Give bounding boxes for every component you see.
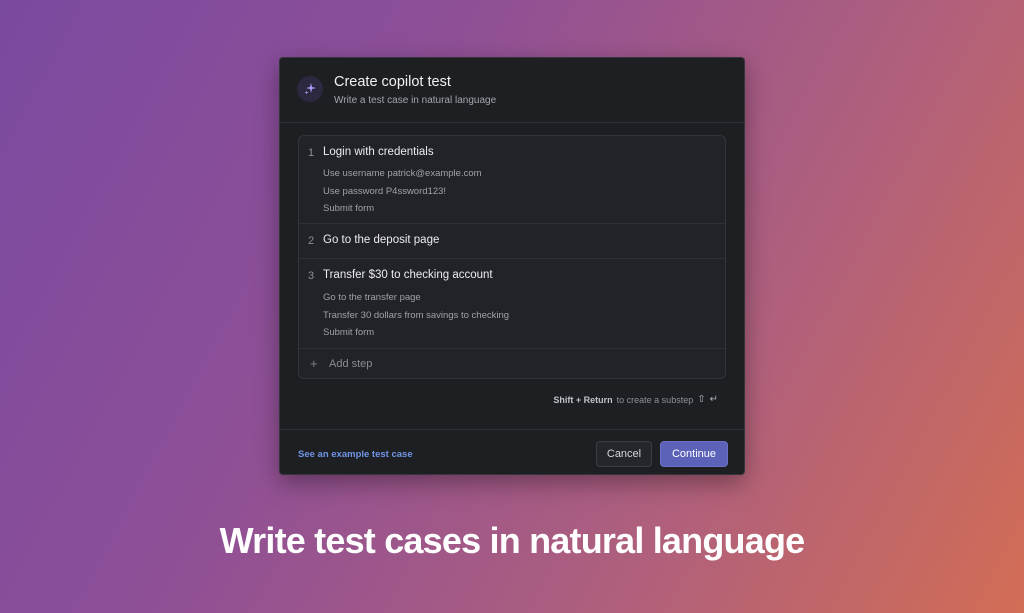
substep-hint: Shift + Return to create a substep ⇧ ↵ (553, 394, 718, 405)
hint-keys: Shift + Return (553, 394, 613, 405)
step-title[interactable]: Go to the deposit page (323, 234, 439, 246)
return-key-icon: ↵ (709, 394, 718, 405)
step-number: 3 (308, 270, 315, 282)
substep[interactable]: Use username patrick@example.com (323, 168, 482, 179)
step-number: 2 (308, 235, 315, 247)
step-title[interactable]: Login with credentials (323, 146, 434, 158)
steps-list: 1 Login with credentials Use username pa… (298, 135, 726, 379)
create-test-dialog: Create copilot test Write a test case in… (279, 57, 745, 475)
hint-text: to create a substep (616, 394, 694, 405)
add-step-button[interactable]: + Add step (299, 349, 725, 378)
add-step-label: Add step (329, 358, 373, 370)
dialog-footer: See an example test case Cancel Continue (280, 429, 744, 476)
sparkles-icon (297, 76, 323, 102)
substep[interactable]: Submit form (323, 203, 374, 214)
substep[interactable]: Transfer 30 dollars from savings to chec… (323, 310, 509, 321)
step-item[interactable]: 2 Go to the deposit page (299, 224, 725, 259)
substep[interactable]: Go to the transfer page (323, 292, 421, 303)
dialog-header: Create copilot test Write a test case in… (280, 58, 744, 123)
dialog-title: Create copilot test (334, 74, 451, 90)
step-number: 1 (308, 147, 315, 159)
step-item[interactable]: 3 Transfer $30 to checking account Go to… (299, 259, 725, 349)
shift-key-icon: ⇧ (697, 394, 706, 405)
continue-button[interactable]: Continue (660, 441, 728, 467)
example-test-case-link[interactable]: See an example test case (298, 449, 413, 460)
dialog-subtitle: Write a test case in natural language (334, 95, 497, 106)
cancel-button[interactable]: Cancel (596, 441, 652, 467)
step-title[interactable]: Transfer $30 to checking account (323, 269, 493, 281)
marketing-headline: Write test cases in natural language (219, 520, 806, 561)
plus-icon: + (310, 356, 318, 371)
substep[interactable]: Use password P4ssword123! (323, 186, 446, 197)
substep[interactable]: Submit form (323, 327, 374, 338)
step-item[interactable]: 1 Login with credentials Use username pa… (299, 136, 725, 224)
